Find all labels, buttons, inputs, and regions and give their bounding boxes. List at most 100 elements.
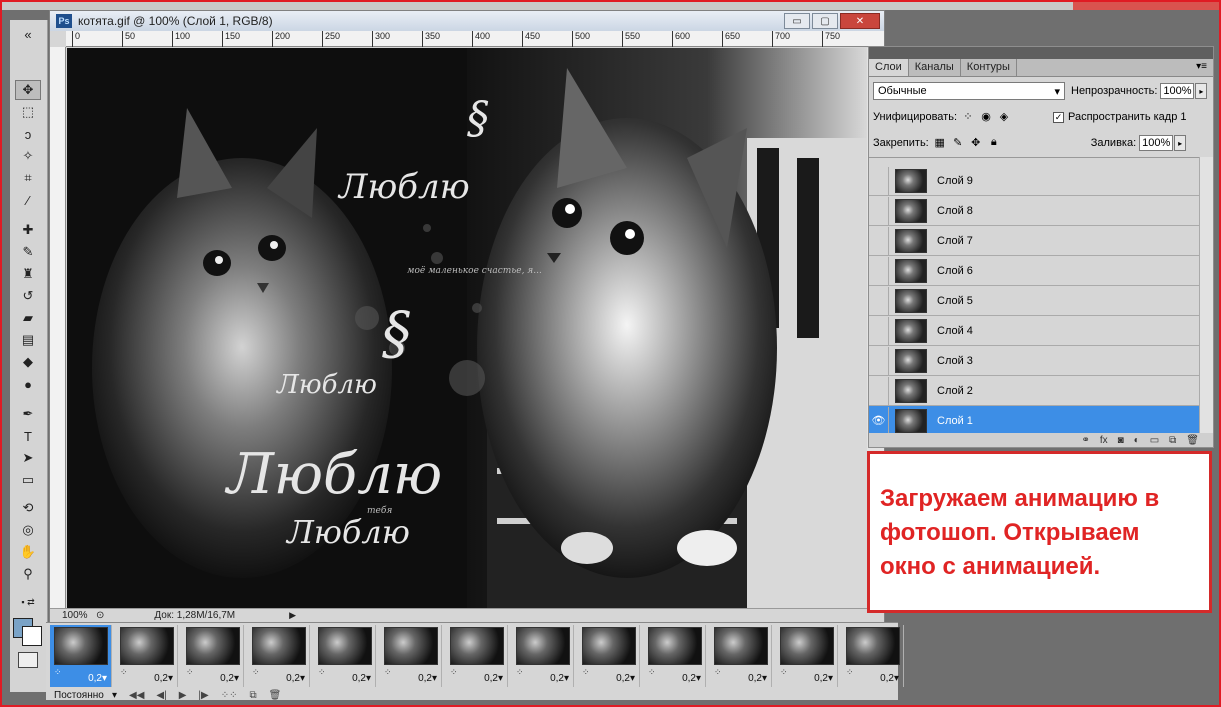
- 3d-rotate-icon[interactable]: ⟲: [15, 498, 41, 518]
- layer-row[interactable]: Слой 3: [869, 346, 1199, 376]
- layer-row[interactable]: Слой 5: [869, 286, 1199, 316]
- minimize-button[interactable]: ▭: [784, 13, 810, 29]
- frame-disposal-icon[interactable]: ⁘: [516, 667, 524, 678]
- zoom-tool-icon[interactable]: ⚲: [15, 564, 41, 584]
- layer-row[interactable]: Слой 8: [869, 196, 1199, 226]
- propagate-frame-checkbox[interactable]: ✓: [1053, 111, 1065, 123]
- frame-disposal-icon[interactable]: ⁘: [252, 667, 260, 678]
- play-icon[interactable]: ▶: [179, 690, 187, 701]
- animation-frame[interactable]: ⁘ 0,2▾: [182, 625, 244, 687]
- unify-position-icon[interactable]: ⁘: [961, 110, 975, 124]
- magic-wand-icon[interactable]: ✧: [15, 146, 41, 166]
- new-layer-icon[interactable]: ⧉: [1169, 435, 1176, 446]
- visibility-eye-icon[interactable]: [869, 256, 889, 285]
- animation-frame[interactable]: ⁘ 0,2▾: [380, 625, 442, 687]
- layer-row[interactable]: Слой 9: [869, 166, 1199, 196]
- frame-disposal-icon[interactable]: ⁘: [846, 667, 854, 678]
- frame-delay[interactable]: 0,2▾: [814, 673, 833, 684]
- opacity-slider-button[interactable]: ▸: [1195, 83, 1208, 99]
- lasso-tool-icon[interactable]: ↄ: [15, 124, 41, 144]
- panel-header[interactable]: [869, 47, 1213, 59]
- frame-delay[interactable]: 0,2▾: [418, 673, 437, 684]
- eyedropper-icon[interactable]: ⁄: [15, 190, 41, 210]
- visibility-eye-icon[interactable]: [869, 226, 889, 255]
- image-canvas[interactable]: § Люблю моё маленькое счастье, я... § Лю…: [67, 48, 867, 608]
- frame-disposal-icon[interactable]: ⁘: [648, 667, 656, 678]
- new-group-icon[interactable]: ▭: [1150, 435, 1159, 446]
- frame-disposal-icon[interactable]: ⁘: [54, 667, 62, 678]
- delete-frame-icon[interactable]: 🗑︎: [269, 690, 282, 701]
- status-menu-arrow-icon[interactable]: ▶: [289, 610, 296, 621]
- shape-tool-icon[interactable]: ▭: [15, 470, 41, 490]
- frame-delay[interactable]: 0,2▾: [88, 673, 107, 684]
- close-button[interactable]: ✕: [840, 13, 880, 29]
- previous-frame-icon[interactable]: ◀|: [156, 690, 166, 701]
- frame-delay[interactable]: 0,2▾: [616, 673, 635, 684]
- frame-delay[interactable]: 0,2▾: [880, 673, 899, 684]
- marquee-tool-icon[interactable]: ⬚: [15, 102, 41, 122]
- unify-style-icon[interactable]: ◈: [997, 110, 1011, 124]
- crop-tool-icon[interactable]: ⌗: [15, 168, 41, 188]
- visibility-eye-icon[interactable]: [869, 346, 889, 375]
- frame-delay[interactable]: 0,2▾: [484, 673, 503, 684]
- type-tool-icon[interactable]: T: [15, 426, 41, 446]
- tween-icon[interactable]: ⁘⁘: [221, 690, 238, 701]
- frame-disposal-icon[interactable]: ⁘: [714, 667, 722, 678]
- layers-scrollbar[interactable]: [1199, 157, 1213, 435]
- blur-tool-icon[interactable]: ◆: [15, 352, 41, 372]
- history-brush-icon[interactable]: ↺: [15, 286, 41, 306]
- adjustment-layer-icon[interactable]: ◐: [1134, 435, 1140, 446]
- eraser-tool-icon[interactable]: ▰: [15, 308, 41, 328]
- layer-row[interactable]: Слой 2: [869, 376, 1199, 406]
- animation-frame[interactable]: ⁘ 0,2▾: [116, 625, 178, 687]
- hand-tool-icon[interactable]: ✋: [15, 542, 41, 562]
- tab-paths[interactable]: Контуры: [961, 59, 1017, 76]
- duplicate-frame-icon[interactable]: ⧉: [249, 690, 256, 701]
- layer-row[interactable]: 👁︎ Слой 1: [869, 406, 1199, 435]
- visibility-eye-icon[interactable]: [869, 376, 889, 405]
- frame-disposal-icon[interactable]: ⁘: [450, 667, 458, 678]
- panel-menu-icon[interactable]: ▾≡: [1196, 61, 1207, 72]
- tab-channels[interactable]: Каналы: [909, 59, 961, 76]
- visibility-eye-icon[interactable]: [869, 166, 889, 195]
- frame-delay[interactable]: 0,2▾: [286, 673, 305, 684]
- animation-frame[interactable]: ⁘ 0,2▾: [50, 625, 112, 687]
- default-colors-icon[interactable]: ▪ ⇄: [15, 592, 41, 612]
- path-select-icon[interactable]: ➤: [15, 448, 41, 468]
- brush-tool-icon[interactable]: ✎: [15, 242, 41, 262]
- blend-mode-select[interactable]: Обычные ▾: [873, 82, 1065, 100]
- animation-frame[interactable]: ⁘ 0,2▾: [644, 625, 706, 687]
- frame-delay[interactable]: 0,2▾: [220, 673, 239, 684]
- frame-delay[interactable]: 0,2▾: [748, 673, 767, 684]
- frame-delay[interactable]: 0,2▾: [352, 673, 371, 684]
- layer-row[interactable]: Слой 7: [869, 226, 1199, 256]
- visibility-eye-icon[interactable]: [869, 286, 889, 315]
- tab-layers[interactable]: Слои: [869, 59, 909, 76]
- frame-disposal-icon[interactable]: ⁘: [780, 667, 788, 678]
- frame-delay[interactable]: 0,2▾: [550, 673, 569, 684]
- animation-frame[interactable]: ⁘ 0,2▾: [446, 625, 508, 687]
- dodge-tool-icon[interactable]: ●: [15, 374, 41, 394]
- gradient-tool-icon[interactable]: ▤: [15, 330, 41, 350]
- restore-button[interactable]: ▢: [812, 13, 838, 29]
- pen-tool-icon[interactable]: ✒: [15, 404, 41, 424]
- fill-slider-button[interactable]: ▸: [1174, 135, 1187, 151]
- animation-frame[interactable]: ⁘ 0,2▾: [578, 625, 640, 687]
- add-mask-icon[interactable]: ◙: [1118, 435, 1124, 446]
- animation-frame[interactable]: ⁘ 0,2▾: [776, 625, 838, 687]
- quick-mask-icon[interactable]: [18, 652, 38, 668]
- frame-delay[interactable]: 0,2▾: [154, 673, 173, 684]
- layer-style-icon[interactable]: fx: [1100, 435, 1108, 446]
- status-options-icon[interactable]: ⊙: [96, 610, 104, 621]
- lock-transparency-icon[interactable]: ▦: [933, 136, 947, 150]
- loop-select[interactable]: Постоянно: [46, 690, 112, 701]
- clone-stamp-icon[interactable]: ♜: [15, 264, 41, 284]
- frame-disposal-icon[interactable]: ⁘: [120, 667, 128, 678]
- chevron-down-icon[interactable]: ▾: [112, 690, 117, 701]
- next-frame-icon[interactable]: |▶: [198, 690, 208, 701]
- panel-collapse-icon[interactable]: «: [15, 24, 41, 44]
- fill-input[interactable]: 100%: [1139, 135, 1174, 151]
- first-frame-icon[interactable]: ◀◀: [129, 690, 144, 701]
- frame-disposal-icon[interactable]: ⁘: [582, 667, 590, 678]
- animation-frame[interactable]: ⁘ 0,2▾: [842, 625, 904, 687]
